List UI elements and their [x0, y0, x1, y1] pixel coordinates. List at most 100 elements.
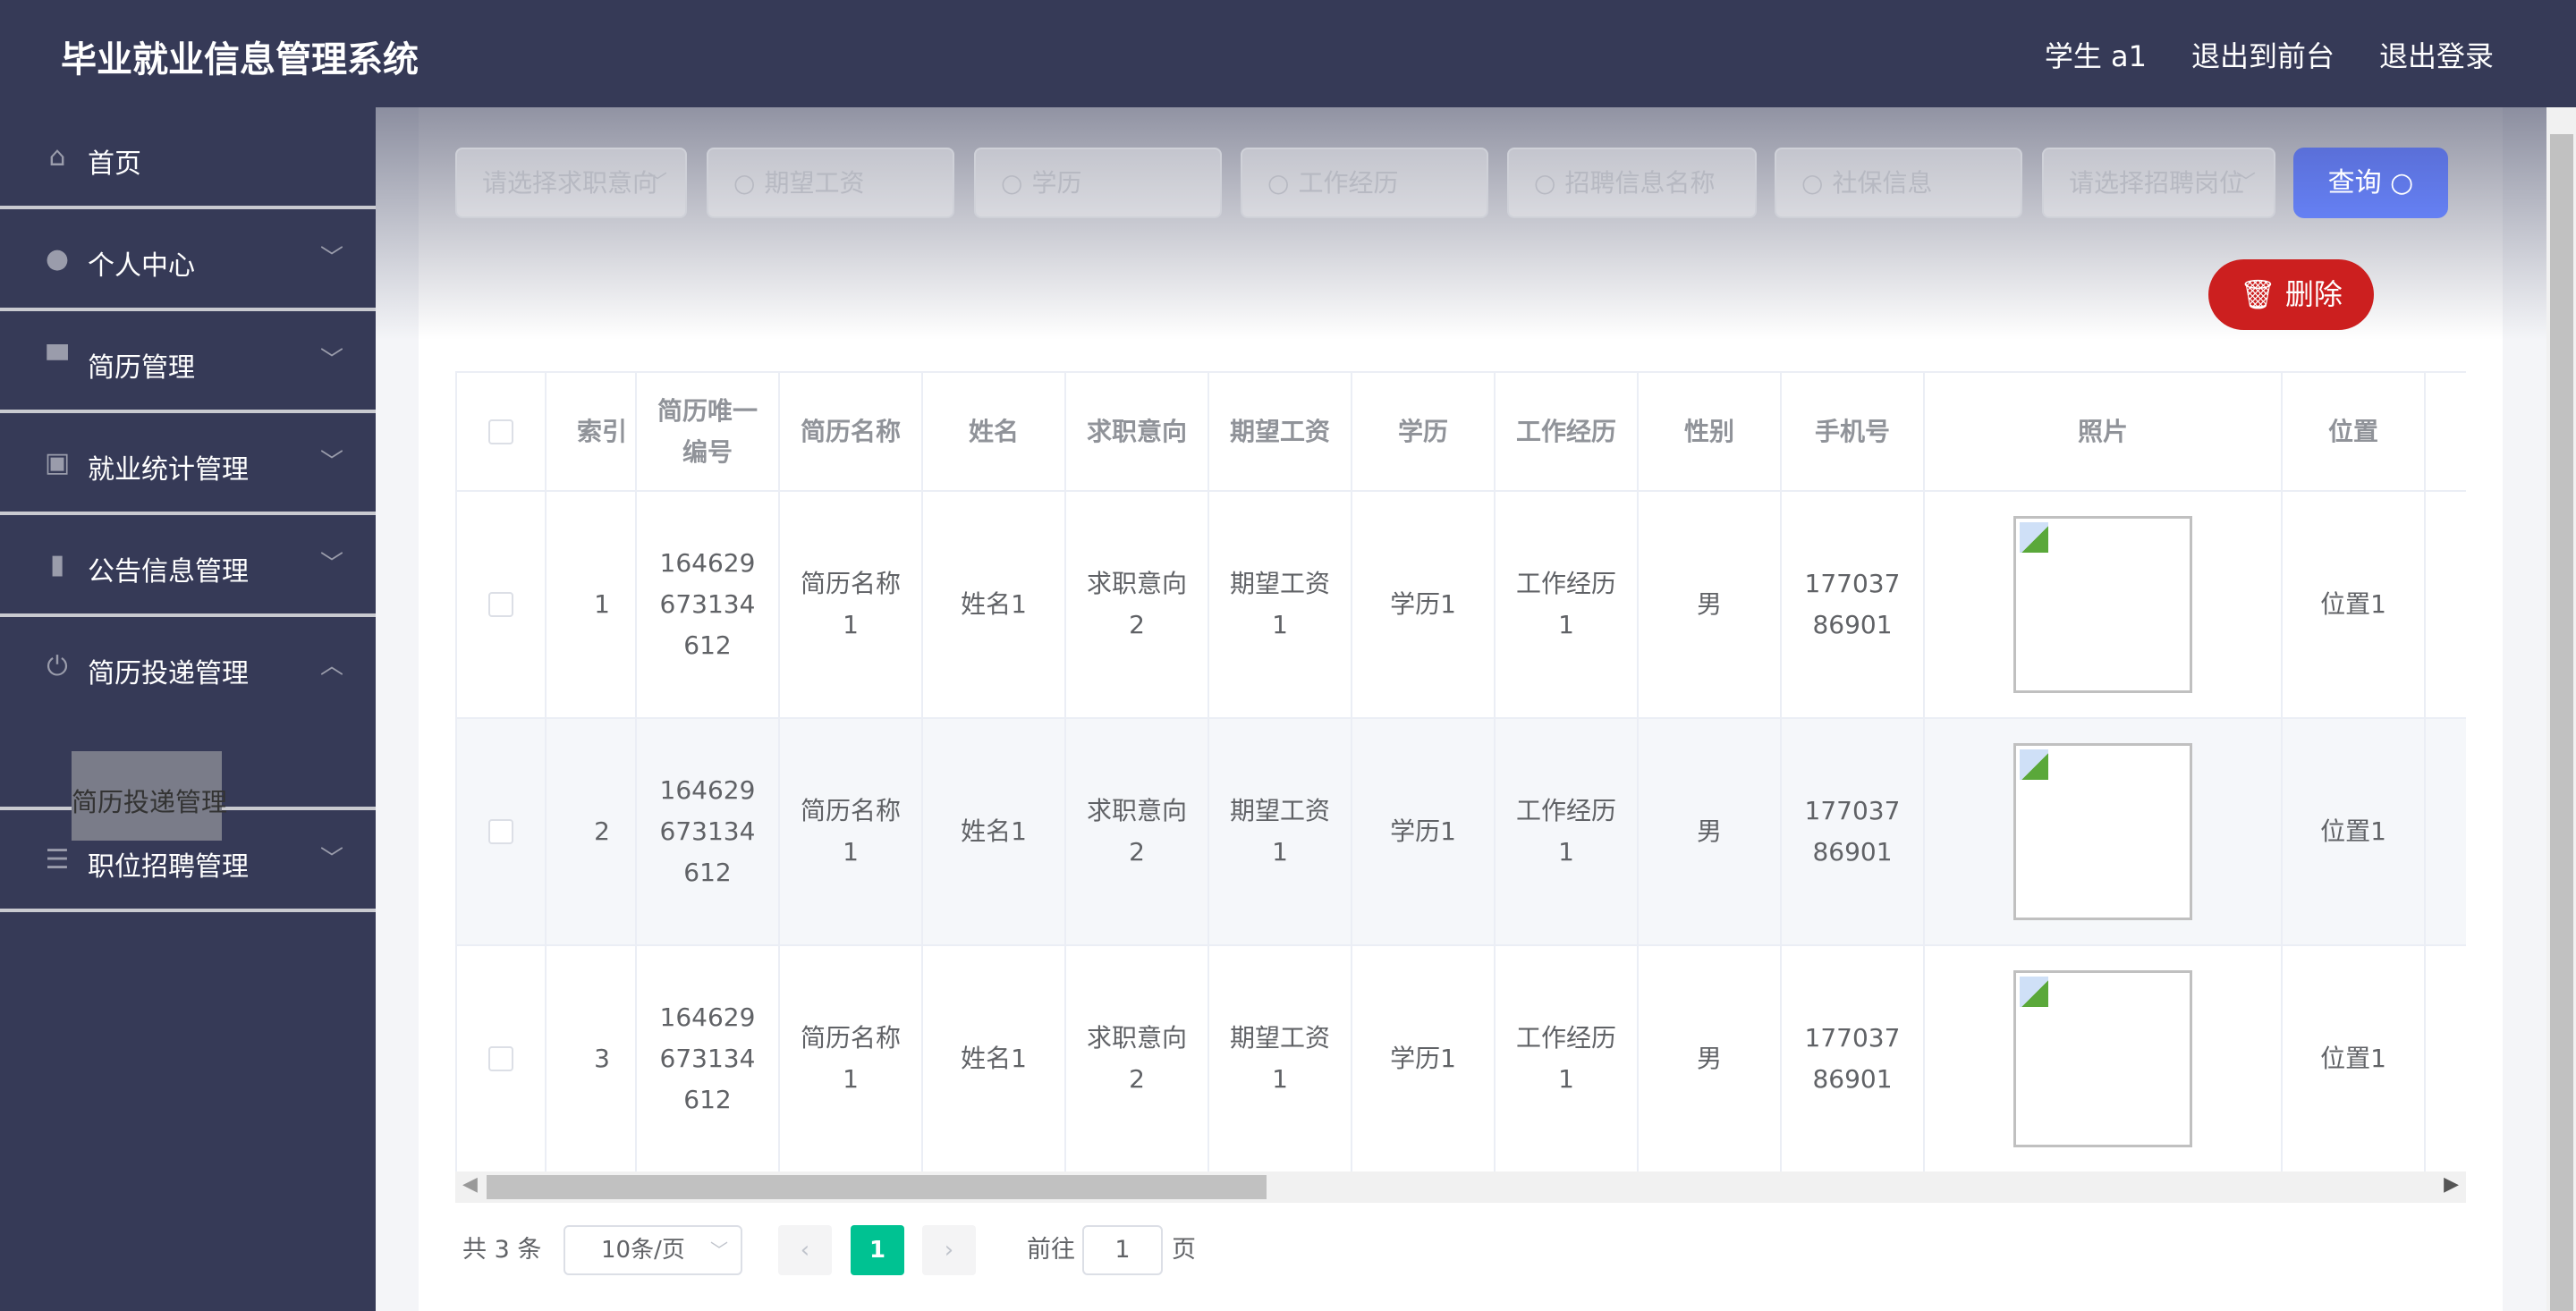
- power-icon: ⏻: [47, 651, 68, 682]
- table-cell: 求职意向2: [1065, 945, 1209, 1173]
- page-size-select[interactable]: 10条/页 ﹀: [564, 1225, 742, 1275]
- scroll-left-arrow-icon[interactable]: ◀: [462, 1173, 478, 1196]
- chevron-down-icon: ﹀: [320, 551, 344, 578]
- delete-button[interactable]: 🗑 删除: [2208, 259, 2374, 330]
- table-cell: 3: [546, 945, 637, 1173]
- table-cell: 男: [1638, 945, 1782, 1173]
- sidebar-item-home[interactable]: ⌂ 首页: [0, 107, 376, 209]
- cell-value: 工作经历1: [1515, 1023, 1616, 1094]
- cell-value: 期望工资1: [1229, 569, 1330, 639]
- scroll-right-arrow-icon[interactable]: ▶: [2444, 1173, 2459, 1196]
- app-title: 毕业就业信息管理系统: [61, 39, 419, 80]
- table-cell: 2: [546, 718, 637, 946]
- table-cell: 164629673134612: [636, 718, 780, 946]
- cell-value: 17703786901: [1804, 796, 1901, 867]
- next-page-button[interactable]: ›: [922, 1225, 976, 1275]
- cell-value: 教: [2441, 811, 2466, 852]
- broken-image-icon: [2020, 749, 2048, 780]
- sidebar-item-notice[interactable]: ▮ 公告信息管理 ﹀: [0, 515, 376, 617]
- scrollbar-thumb[interactable]: [487, 1175, 1267, 1199]
- sidebar-item-recruit[interactable]: ☰ 职位招聘管理 ﹀: [0, 810, 376, 912]
- column-header-label: 姓名: [968, 416, 1019, 446]
- exit-to-front-link[interactable]: 退出到前台: [2191, 34, 2334, 75]
- cell-value: 教: [2441, 1038, 2466, 1079]
- row-checkbox[interactable]: [488, 1046, 513, 1071]
- education-input[interactable]: ○ 学历: [974, 148, 1222, 218]
- sidebar-item-delivery[interactable]: ⏻ 简历投递管理 ︿ 简历投递管理: [0, 617, 376, 841]
- cell-value: 男: [1696, 589, 1722, 619]
- column-header: 位置: [2282, 373, 2426, 492]
- column-header-label: 手机号: [1814, 416, 1890, 446]
- table-cell: 简历名称1: [779, 718, 923, 946]
- cell-value: 164629673134612: [659, 1002, 756, 1114]
- social-insurance-input[interactable]: ○ 社保信息: [1775, 148, 2022, 218]
- logout-link[interactable]: 退出登录: [2379, 34, 2494, 75]
- column-header: 简历名称: [779, 373, 923, 492]
- cell-value: 教: [2441, 584, 2466, 625]
- data-table: 索引简历唯一编号简历名称姓名求职意向期望工资学历工作经历性别手机号照片位置教 1…: [455, 371, 2466, 1203]
- table-cell: [1924, 945, 2283, 1173]
- sidebar-item-resume[interactable]: ▀ 简历管理 ﹀: [0, 311, 376, 413]
- chevron-down-icon: ﹀: [2235, 172, 2256, 194]
- scrollbar-thumb[interactable]: [2550, 134, 2573, 1311]
- select-all-checkbox[interactable]: [488, 419, 513, 444]
- table-header-row: 索引简历唯一编号 简历名称 姓名 求职意向 期望工资 学历 工作经历 性别 手机号 照片 位置 教: [457, 373, 2466, 492]
- recruit-name-input[interactable]: ○ 招聘信息名称: [1507, 148, 1757, 218]
- resume-icon: ▀: [47, 345, 68, 376]
- table-cell: 1: [546, 491, 637, 719]
- content-gutter: [376, 107, 419, 1311]
- column-header-label: 求职意向: [1086, 416, 1187, 446]
- bar-chart-icon: ▮: [49, 549, 65, 580]
- chevron-down-icon: ﹀: [647, 172, 667, 194]
- sidebar-item-personal[interactable]: ● 个人中心 ﹀: [0, 209, 376, 311]
- cell-value: 位置1: [2320, 1044, 2386, 1073]
- table-cell: 姓名1: [922, 491, 1066, 719]
- search-icon: ○: [1801, 168, 1824, 198]
- search-icon: ○: [733, 168, 756, 198]
- cell-value: 工作经历1: [1515, 569, 1616, 639]
- search-icon: ○: [1534, 168, 1556, 198]
- intent-select[interactable]: 请选择求职意向 ﹀: [455, 148, 687, 218]
- column-header: 期望工资: [1208, 373, 1352, 492]
- row-checkbox[interactable]: [488, 592, 513, 617]
- sidebar-item-employment-stats[interactable]: ▣ 就业统计管理 ﹀: [0, 413, 376, 515]
- table-cell: 求职意向2: [1065, 491, 1209, 719]
- cell-value: 学历1: [1390, 589, 1456, 619]
- photo-image: [2013, 743, 2192, 920]
- page-1-button[interactable]: 1: [851, 1225, 904, 1275]
- table-row[interactable]: 2 164629673134612 简历名称1 姓名1 求职意向2 期望工资1 学历1 工作经…: [457, 718, 2466, 946]
- query-button[interactable]: 查询 ○: [2293, 148, 2448, 218]
- cell-value: 男: [1696, 1044, 1722, 1073]
- salary-input[interactable]: ○ 期望工资: [707, 148, 954, 218]
- table-row[interactable]: 3 164629673134612 简历名称1 姓名1 求职意向2 期望工资1 学历1 工作经…: [457, 945, 2466, 1173]
- table-row[interactable]: 1 164629673134612 简历名称1 姓名1 求职意向2 期望工资1 学历1 工作经…: [457, 491, 2466, 719]
- position-select[interactable]: 请选择招聘岗位 ﹀: [2042, 148, 2275, 218]
- column-header-label: 简历唯一编号: [657, 395, 758, 467]
- row-checkbox[interactable]: [488, 819, 513, 844]
- column-header-label: 位置: [2327, 416, 2378, 446]
- table-cell: 学历1: [1352, 718, 1496, 946]
- cell-value: 求职意向2: [1086, 796, 1187, 867]
- table-cell: 期望工资1: [1208, 945, 1352, 1173]
- column-header: 工作经历: [1495, 373, 1639, 492]
- chevron-down-icon: ﹀: [320, 245, 344, 272]
- table-cell: 164629673134612: [636, 491, 780, 719]
- goto-page-input[interactable]: 1: [1082, 1225, 1163, 1275]
- prev-page-button[interactable]: ‹: [778, 1225, 832, 1275]
- column-header-label: 学历: [1397, 416, 1448, 446]
- search-icon: ○: [1267, 168, 1290, 198]
- column-header: 学历: [1352, 373, 1496, 492]
- experience-input[interactable]: ○ 工作经历: [1241, 148, 1488, 218]
- table-cell: 男: [1638, 491, 1782, 719]
- cell-value: 工作经历1: [1515, 796, 1616, 867]
- column-header: 简历唯一编号: [636, 373, 780, 492]
- horizontal-scrollbar[interactable]: ◀ ▶: [455, 1171, 2466, 1203]
- vertical-scrollbar[interactable]: [2546, 107, 2576, 1311]
- column-header-label: 工作经历: [1515, 416, 1616, 446]
- cell-value: 姓名1: [961, 816, 1027, 846]
- chevron-up-icon: ︿: [320, 653, 344, 680]
- cell-value: 位置1: [2320, 589, 2386, 619]
- table-cell: 位置1: [2282, 945, 2426, 1173]
- cell-value: 17703786901: [1804, 1023, 1901, 1094]
- goto-label: 前往: [1027, 1236, 1075, 1264]
